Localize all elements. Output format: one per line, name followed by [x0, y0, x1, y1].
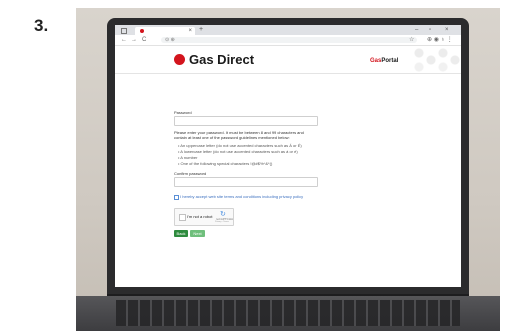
close-window-icon[interactable]: × — [445, 26, 449, 34]
forward-arrow-icon[interactable]: → — [131, 36, 137, 44]
site-header: Gas Direct GasPortal — [115, 46, 461, 74]
terms-checkbox[interactable] — [174, 195, 179, 200]
laptop-photo: × + – ▫ × ← → C ⊙ ⊕ ☆ ⊕ ◉ ♁ ⋮ Gas Direct… — [76, 8, 500, 331]
password-instructions-cont: contain at least one of the password gui… — [174, 135, 290, 140]
recaptcha-label: I'm not a robot — [187, 214, 213, 219]
tab-close-icon[interactable]: × — [188, 27, 192, 35]
hexagon-pattern — [411, 46, 461, 73]
confirm-password-input[interactable] — [174, 177, 318, 187]
site-logo[interactable]: Gas Direct — [189, 52, 254, 67]
new-tab-button[interactable]: + — [199, 26, 203, 34]
tab-search-icon[interactable] — [121, 28, 127, 34]
laptop-screen: × + – ▫ × ← → C ⊙ ⊕ ☆ ⊕ ◉ ♁ ⋮ Gas Direct… — [115, 25, 461, 287]
laptop-keyboard — [76, 296, 500, 331]
reload-icon[interactable]: C — [142, 36, 146, 44]
gas-direct-logo-icon — [174, 54, 185, 65]
minimize-icon[interactable]: – — [415, 26, 418, 34]
recaptcha-checkbox[interactable] — [179, 214, 186, 221]
recaptcha-links[interactable]: Privacy - Terms — [215, 221, 229, 224]
password-rule: • One of the following special character… — [178, 161, 273, 166]
password-input[interactable] — [174, 116, 318, 126]
back-arrow-icon[interactable]: ← — [121, 36, 127, 44]
site-info-icon[interactable]: ⊙ ⊕ — [165, 36, 175, 44]
toolbar-icons[interactable]: ⊕ ◉ ♁ ⋮ — [427, 36, 453, 44]
bookmark-star-icon[interactable]: ☆ — [409, 36, 414, 44]
back-button[interactable]: Back — [174, 230, 188, 237]
browser-toolbar: ← → C ⊙ ⊕ ☆ ⊕ ◉ ♁ ⋮ — [115, 35, 461, 46]
next-button[interactable]: Next — [190, 230, 205, 237]
password-rule: • A lowercase letter (do not use accente… — [178, 149, 298, 154]
favicon-icon — [140, 29, 144, 33]
password-rule: • An uppercase letter (do not use accent… — [178, 143, 302, 148]
terms-link[interactable]: I hereby accept web site terms and condi… — [180, 194, 303, 199]
browser-tab[interactable]: × — [135, 27, 195, 35]
confirm-password-label: Confirm password — [174, 171, 207, 176]
password-label: Password — [174, 110, 192, 115]
maximize-icon[interactable]: ▫ — [429, 26, 431, 34]
keyboard-keys — [116, 300, 460, 326]
step-number: 3. — [34, 16, 49, 35]
address-bar[interactable]: ⊙ ⊕ — [161, 37, 417, 43]
recaptcha-widget: I'm not a robot ↻ reCAPTCHA Privacy - Te… — [174, 208, 234, 226]
browser-tab-bar: × + – ▫ × — [115, 25, 461, 35]
gasportal-logo: GasPortal — [370, 58, 399, 64]
password-rule: • A number — [178, 155, 198, 160]
